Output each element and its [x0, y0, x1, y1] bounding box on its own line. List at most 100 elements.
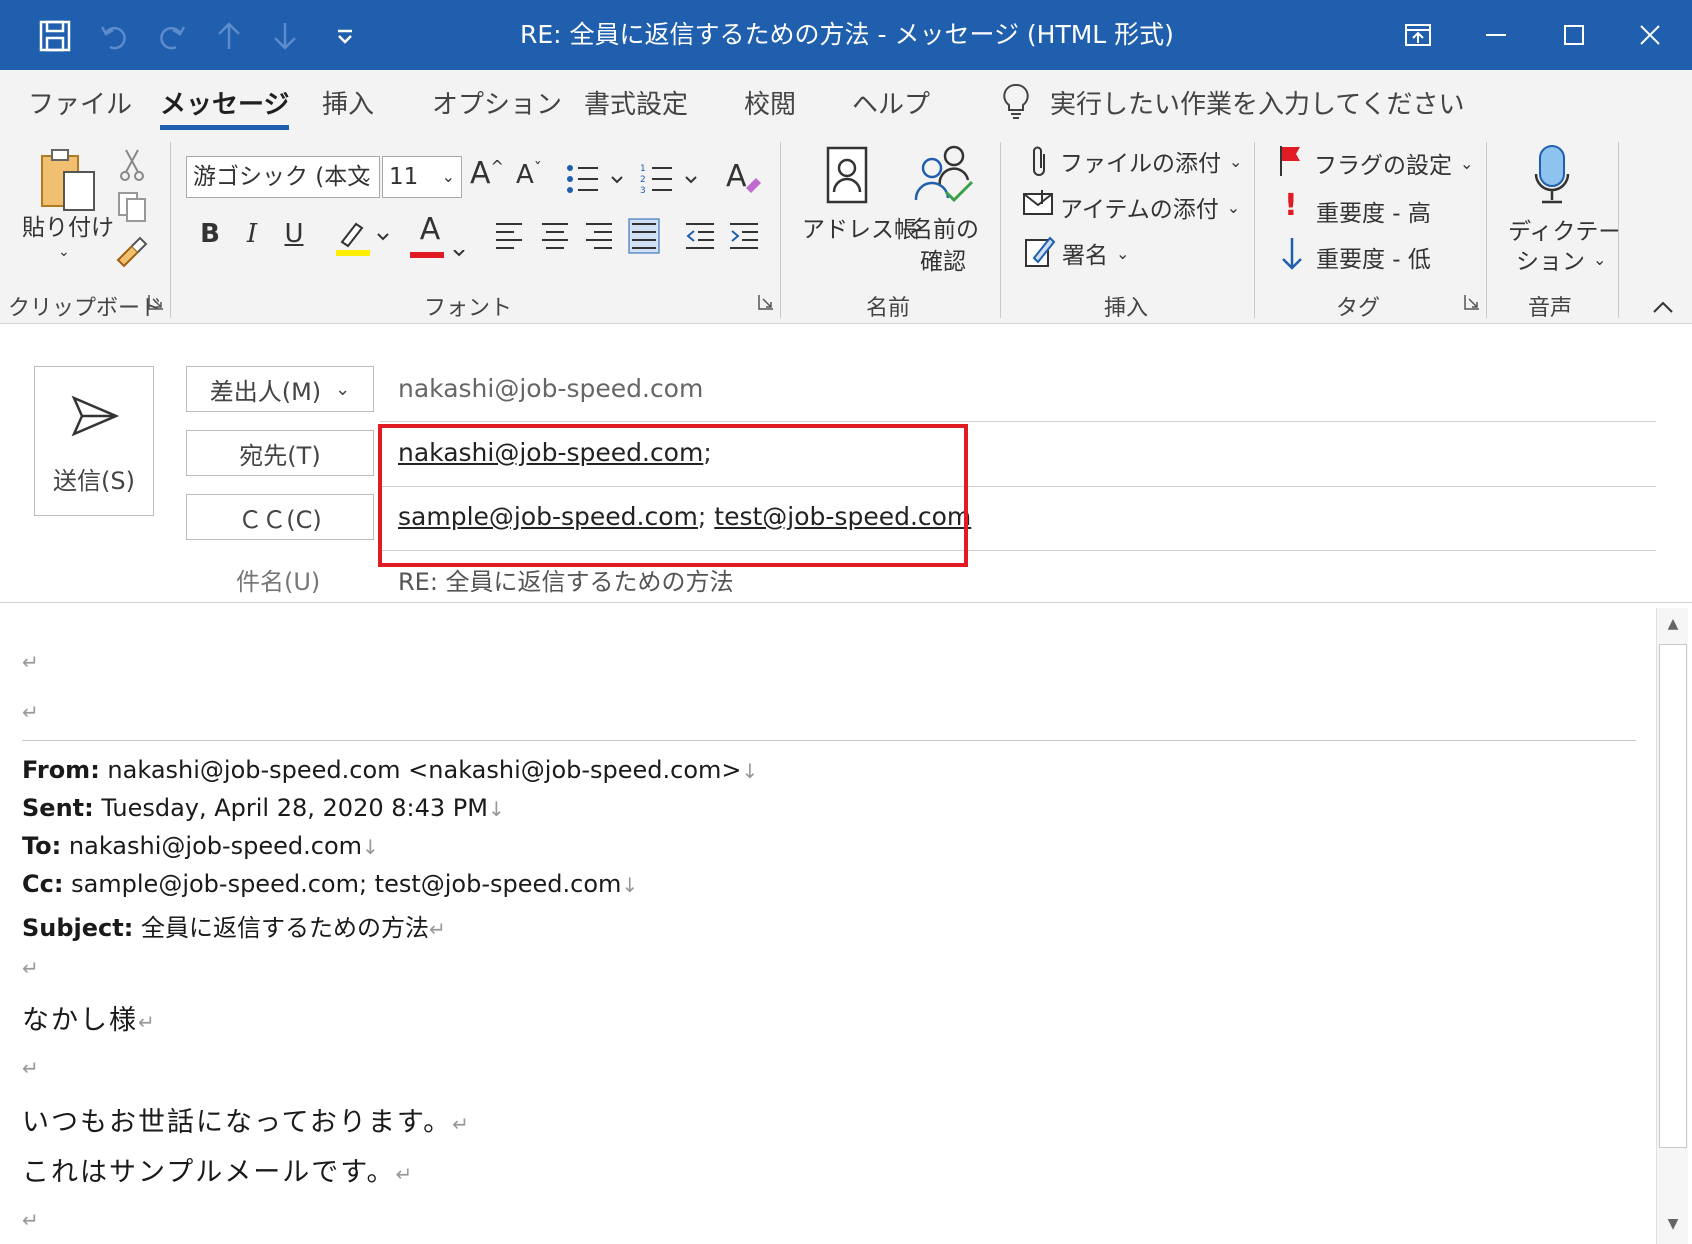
- customize-qat-icon[interactable]: [322, 16, 368, 56]
- align-right-icon[interactable]: [584, 220, 614, 252]
- greeting-line[interactable]: なかし様↵: [22, 998, 157, 1037]
- quoted-cc-line: Cc: sample@job-speed.com; test@job-speed…: [22, 870, 639, 898]
- font-group-label: フォント: [424, 296, 513, 321]
- save-icon[interactable]: [32, 16, 78, 56]
- decrease-indent-icon[interactable]: [684, 220, 716, 252]
- cut-icon[interactable]: [118, 148, 146, 182]
- svg-text:A: A: [726, 159, 747, 194]
- send-icon: [71, 395, 119, 437]
- separator: [1618, 142, 1619, 318]
- attach-file-button[interactable]: ファイルの添付 ⌄: [1060, 144, 1242, 178]
- tab-review[interactable]: 校閲: [744, 84, 796, 124]
- from-value[interactable]: nakashi@job-speed.com: [398, 374, 703, 403]
- scroll-up-icon[interactable]: ▲: [1657, 608, 1689, 640]
- microphone-icon[interactable]: [1532, 144, 1572, 206]
- ribbon: 貼り付け ⌄ クリップボード 游ゴシック (本文 ⌄ 11 ⌄ A ^ Aˇ 123 …: [0, 134, 1692, 324]
- grow-font-button[interactable]: A ^: [470, 156, 504, 191]
- bullets-icon[interactable]: [566, 162, 630, 196]
- shrink-font-button[interactable]: Aˇ: [516, 159, 542, 191]
- subject-field[interactable]: RE: 全員に返信するための方法: [398, 562, 734, 597]
- to-button[interactable]: 宛先(T): [186, 430, 374, 476]
- align-left-icon[interactable]: [494, 220, 524, 252]
- ribbon-display-options-icon[interactable]: [1388, 14, 1448, 56]
- quoted-to-line: To: nakashi@job-speed.com↓: [22, 832, 379, 860]
- copy-icon[interactable]: [116, 190, 148, 224]
- previous-item-icon[interactable]: [206, 16, 252, 56]
- font-launcher-icon[interactable]: [758, 294, 774, 310]
- tab-options[interactable]: オプション: [432, 84, 562, 124]
- undo-icon[interactable]: [92, 16, 138, 56]
- vertical-scrollbar[interactable]: ▲ ▼: [1656, 608, 1688, 1244]
- align-center-icon[interactable]: [540, 220, 570, 252]
- importance-low-button[interactable]: 重要度 - 低: [1316, 240, 1431, 274]
- clear-formatting-icon[interactable]: A: [726, 156, 762, 196]
- close-icon[interactable]: [1620, 14, 1680, 56]
- lightbulb-icon: [1003, 83, 1029, 119]
- increase-indent-icon[interactable]: [728, 220, 760, 252]
- format-painter-icon[interactable]: [114, 234, 148, 268]
- maximize-icon[interactable]: [1544, 14, 1604, 56]
- clipboard-launcher-icon[interactable]: [148, 294, 164, 310]
- dictate-label-1[interactable]: ディクテー: [1508, 212, 1621, 246]
- attach-file-icon[interactable]: [1028, 144, 1050, 180]
- address-book-icon[interactable]: [824, 146, 870, 206]
- tags-launcher-icon[interactable]: [1464, 294, 1480, 310]
- signature-button[interactable]: 署名 ⌄: [1062, 236, 1129, 270]
- quote-separator: [22, 740, 1636, 741]
- address-book-label[interactable]: アドレス帳: [802, 210, 917, 244]
- attach-item-button[interactable]: アイテムの添付 ⌄: [1060, 190, 1240, 224]
- svg-text:3: 3: [640, 186, 646, 196]
- underline-button[interactable]: U: [274, 214, 314, 254]
- paste-dropdown-icon[interactable]: ⌄: [58, 244, 70, 260]
- paragraph-mark: ↵: [22, 1056, 39, 1080]
- highlight-color-icon[interactable]: [334, 218, 394, 258]
- redo-icon[interactable]: [148, 16, 194, 56]
- tab-help[interactable]: ヘルプ: [852, 84, 930, 124]
- tab-message[interactable]: メッセージ: [160, 84, 290, 130]
- tab-insert[interactable]: 挿入: [322, 84, 374, 124]
- font-color-button[interactable]: A: [410, 212, 450, 252]
- font-size-select[interactable]: 11 ⌄: [382, 156, 462, 198]
- minimize-icon[interactable]: [1466, 14, 1526, 56]
- justify-icon[interactable]: [628, 218, 660, 254]
- importance-low-icon: [1282, 238, 1302, 270]
- svg-text:1: 1: [640, 164, 646, 174]
- scroll-thumb[interactable]: [1659, 644, 1687, 1148]
- importance-high-button[interactable]: 重要度 - 高: [1316, 194, 1431, 228]
- flag-icon[interactable]: [1278, 144, 1304, 178]
- tell-me-search[interactable]: 実行したい作業を入力してください: [1050, 84, 1464, 121]
- send-button[interactable]: 送信(S): [34, 366, 154, 516]
- follow-up-flag-button[interactable]: フラグの設定 ⌄: [1314, 146, 1473, 180]
- italic-button[interactable]: I: [232, 214, 272, 254]
- tab-file[interactable]: ファイル: [28, 84, 132, 124]
- paste-icon[interactable]: [38, 146, 100, 216]
- separator: [170, 142, 171, 318]
- next-item-icon[interactable]: [262, 16, 308, 56]
- signature-icon[interactable]: [1024, 234, 1056, 268]
- scroll-down-icon[interactable]: ▼: [1657, 1208, 1689, 1240]
- body-line-2[interactable]: これはサンプルメールです。↵: [22, 1150, 414, 1189]
- tags-group-label: タグ: [1336, 296, 1381, 321]
- check-names-label-2[interactable]: 確認: [920, 242, 966, 276]
- ribbon-tabs: ファイル メッセージ 挿入 オプション 書式設定 校閲 ヘルプ 実行したい作業を…: [0, 70, 1692, 134]
- clipboard-group-label: クリップボード: [8, 296, 163, 321]
- paste-label[interactable]: 貼り付け: [22, 208, 114, 242]
- dictate-button[interactable]: ション ⌄: [1516, 242, 1606, 276]
- check-names-icon[interactable]: [912, 144, 976, 206]
- body-line-1[interactable]: いつもお世話になっております。↵: [22, 1100, 471, 1139]
- insert-group-label: 挿入: [1104, 296, 1149, 321]
- voice-group-label: 音声: [1528, 296, 1573, 321]
- font-name-select[interactable]: 游ゴシック (本文 ⌄: [186, 156, 380, 198]
- cc-button[interactable]: ＣＣ(C): [186, 494, 374, 540]
- tab-format-text[interactable]: 書式設定: [584, 84, 688, 124]
- check-names-label-1[interactable]: 名前の: [910, 210, 979, 244]
- svg-text:2: 2: [640, 175, 646, 185]
- numbering-icon[interactable]: 123: [640, 162, 704, 196]
- font-color-icon: [410, 250, 465, 258]
- quoted-sent-line: Sent: Tuesday, April 28, 2020 8:43 PM↓: [22, 794, 505, 822]
- bold-button[interactable]: B: [190, 214, 230, 254]
- collapse-ribbon-icon[interactable]: [1652, 300, 1674, 314]
- from-button[interactable]: 差出人(M) ⌄: [186, 366, 374, 412]
- from-underline: [380, 421, 1656, 422]
- attach-item-icon[interactable]: [1022, 188, 1056, 218]
